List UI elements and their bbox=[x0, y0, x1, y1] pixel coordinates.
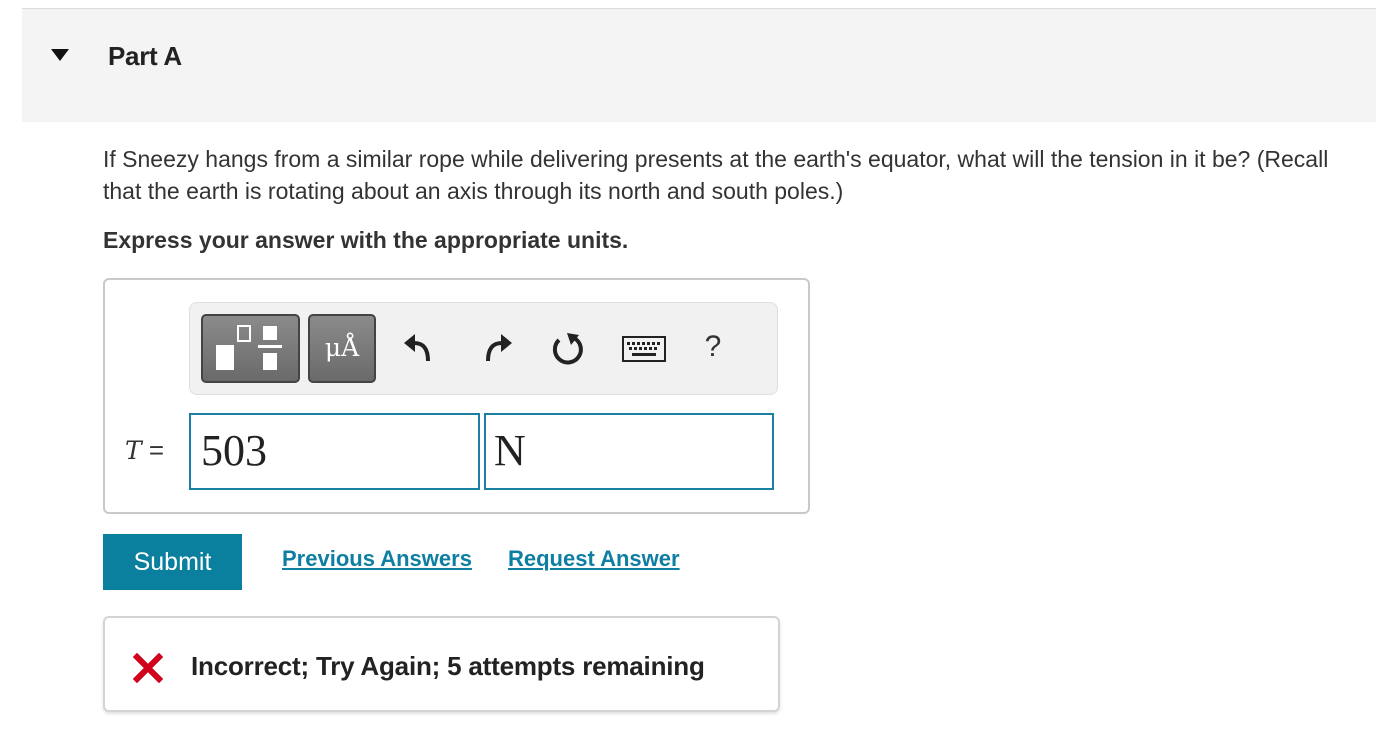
feedback-text: Incorrect; Try Again; 5 attempts remaini… bbox=[191, 651, 705, 681]
math-toolbar: μÅ ? bbox=[189, 302, 778, 395]
previous-answers-link[interactable]: Previous Answers bbox=[282, 546, 472, 572]
help-button[interactable]: ? bbox=[698, 330, 728, 364]
feedback-box: Incorrect; Try Again; 5 attempts remaini… bbox=[103, 616, 780, 712]
answer-box: μÅ ? T = 503 N bbox=[103, 278, 810, 514]
redo-button[interactable] bbox=[478, 329, 518, 369]
units-button[interactable]: μÅ bbox=[308, 314, 376, 383]
undo-icon bbox=[404, 334, 430, 362]
answer-value-input[interactable]: 503 bbox=[189, 413, 480, 490]
keyboard-button[interactable] bbox=[622, 336, 666, 362]
reset-icon bbox=[552, 333, 583, 365]
keyboard-icon bbox=[622, 336, 666, 362]
collapse-caret-icon[interactable] bbox=[51, 49, 69, 61]
undo-button[interactable] bbox=[398, 329, 438, 369]
instruction-text: Express your answer with the appropriate… bbox=[103, 227, 629, 253]
templates-icon bbox=[216, 325, 282, 370]
question-text: If Sneezy hangs from a similar rope whil… bbox=[103, 146, 1329, 204]
request-answer-link[interactable]: Request Answer bbox=[508, 546, 680, 572]
reset-button[interactable] bbox=[548, 329, 588, 369]
part-header bbox=[22, 9, 1376, 122]
templates-button[interactable] bbox=[201, 314, 300, 383]
incorrect-x-icon bbox=[133, 653, 163, 683]
submit-button[interactable]: Submit bbox=[103, 534, 242, 590]
equals-sign: = bbox=[148, 435, 165, 465]
part-title: Part A bbox=[108, 41, 182, 71]
variable-label: T = bbox=[125, 435, 164, 466]
answer-units-input[interactable]: N bbox=[484, 413, 774, 490]
variable-symbol: T bbox=[125, 436, 142, 465]
redo-icon bbox=[486, 334, 512, 362]
